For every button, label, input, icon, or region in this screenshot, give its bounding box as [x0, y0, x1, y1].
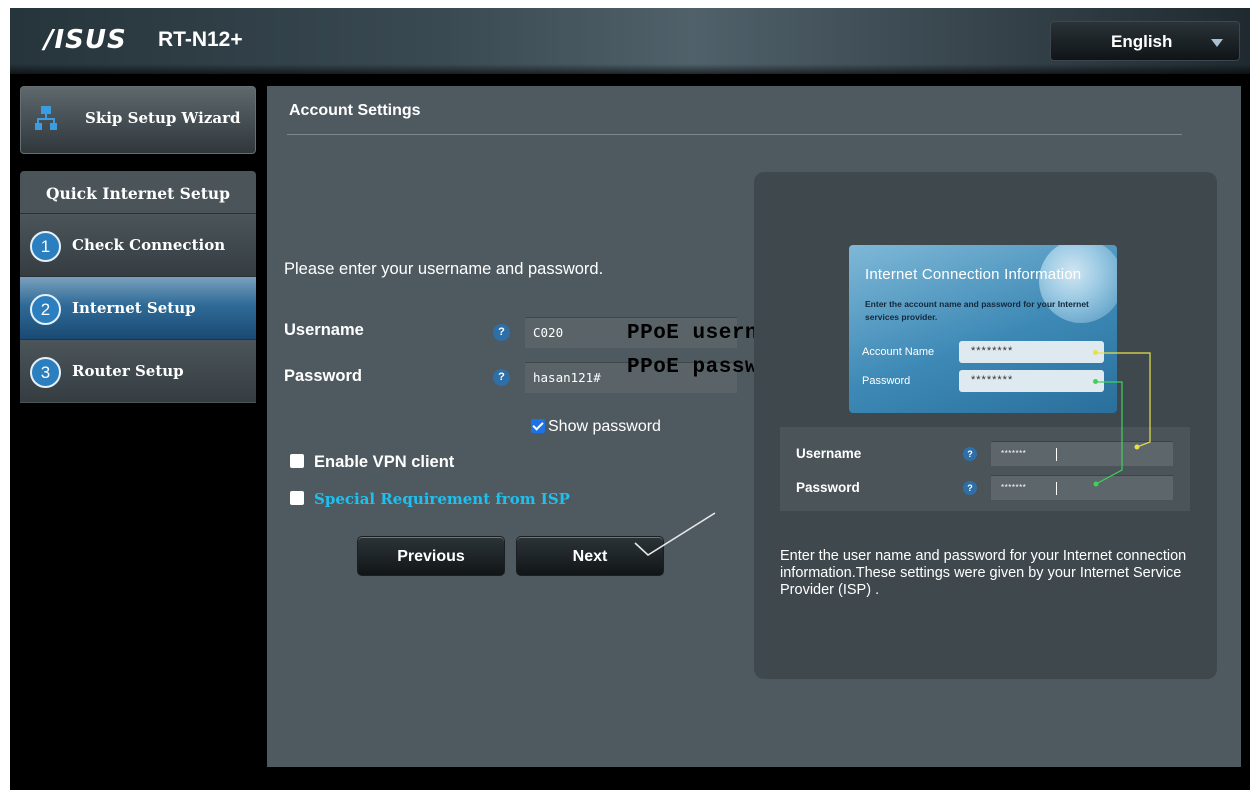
- page-title: Account Settings: [289, 102, 421, 119]
- language-select[interactable]: English: [1050, 21, 1240, 61]
- chevron-down-icon: [1211, 39, 1223, 47]
- connector-lines-icon: [1093, 352, 1151, 487]
- router-model: RT-N12+: [158, 28, 243, 51]
- asus-logo: /ISUS: [44, 25, 127, 55]
- network-icon: [35, 106, 57, 130]
- step-label: Check Connection: [72, 236, 226, 254]
- vpn-client-label: Enable VPN client: [314, 453, 455, 471]
- step-number-icon: 1: [30, 231, 61, 262]
- step-number-icon: 2: [30, 294, 61, 325]
- skip-setup-wizard-label: Skip Setup Wizard: [85, 109, 241, 127]
- step-internet-setup[interactable]: 2 Internet Setup: [20, 276, 256, 339]
- pointer-annotation-icon: [634, 512, 716, 557]
- username-help-icon[interactable]: ?: [493, 324, 510, 341]
- step-check-connection[interactable]: 1 Check Connection: [20, 213, 256, 276]
- step-label: Router Setup: [72, 362, 184, 380]
- previous-button[interactable]: Previous: [357, 536, 505, 576]
- skip-setup-wizard-button[interactable]: Skip Setup Wizard: [20, 86, 256, 154]
- vpn-client-checkbox[interactable]: [290, 454, 304, 468]
- router-admin-page: /ISUS RT-N12+ English Skip Setup Wizard …: [10, 8, 1250, 790]
- title-divider: [287, 134, 1182, 135]
- password-help-icon[interactable]: ?: [493, 369, 510, 386]
- step-number-icon: 3: [30, 357, 61, 388]
- instruction-text: Please enter your username and password.: [284, 260, 604, 278]
- password-label: Password: [284, 367, 362, 385]
- show-password-checkbox[interactable]: [531, 419, 545, 433]
- step-router-setup[interactable]: 3 Router Setup: [20, 339, 256, 402]
- language-value: English: [1111, 32, 1173, 51]
- username-label: Username: [284, 321, 364, 339]
- isp-requirement-link[interactable]: Special Requirement from ISP: [314, 490, 570, 508]
- account-settings-panel: Account Settings Please enter your usern…: [267, 86, 1241, 767]
- quick-internet-setup-title: Quick Internet Setup: [46, 184, 230, 203]
- help-description: Enter the user name and password for you…: [780, 548, 1187, 598]
- quick-internet-setup-menu: Quick Internet Setup 1 Check Connection …: [20, 171, 256, 403]
- isp-requirement-checkbox[interactable]: [290, 491, 304, 505]
- show-password-label: Show password: [548, 418, 661, 435]
- step-label: Internet Setup: [72, 299, 196, 317]
- help-panel: Internet Connection Information Enter th…: [754, 172, 1217, 679]
- top-header: /ISUS RT-N12+ English: [10, 8, 1250, 74]
